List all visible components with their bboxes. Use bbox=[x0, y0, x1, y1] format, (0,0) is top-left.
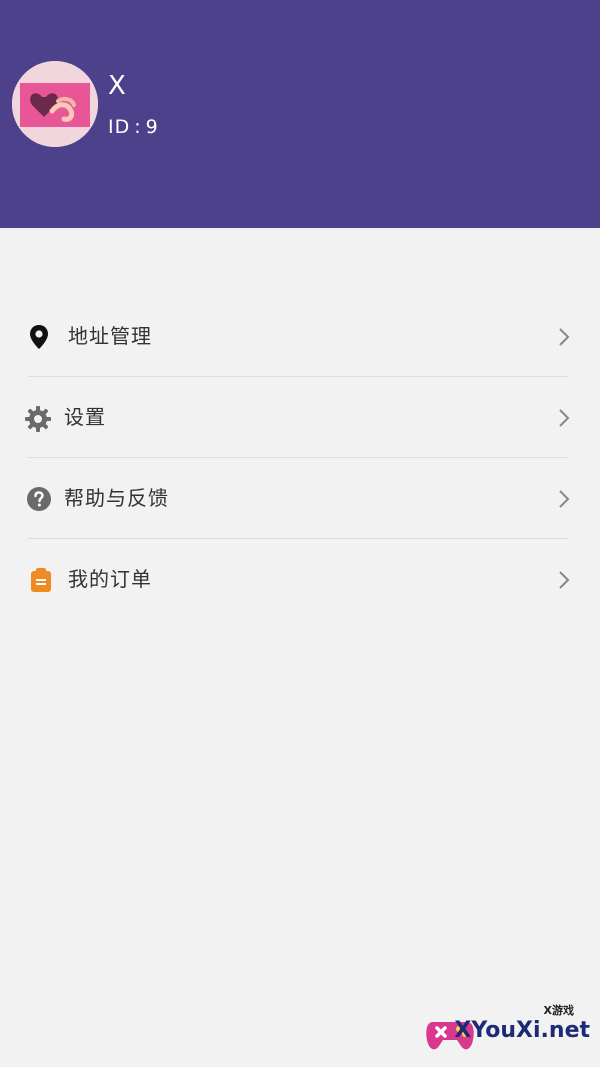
chevron-right-icon bbox=[558, 327, 570, 347]
profile-header: X ID:9 bbox=[0, 0, 600, 228]
menu-item-label: 我的订单 bbox=[68, 567, 152, 591]
menu-item-settings[interactable]: 设置 bbox=[0, 377, 600, 457]
location-pin-icon bbox=[26, 324, 52, 350]
chevron-right-icon bbox=[558, 408, 570, 428]
question-circle-icon bbox=[26, 486, 52, 512]
watermark-small-text: X游戏 bbox=[543, 1004, 574, 1017]
avatar[interactable] bbox=[12, 61, 98, 147]
menu-item-label: 地址管理 bbox=[68, 324, 152, 348]
menu-item-label: 设置 bbox=[64, 405, 106, 429]
user-id-separator: : bbox=[134, 116, 142, 138]
chevron-right-icon bbox=[558, 570, 570, 590]
watermark-text: XYouXi.net bbox=[454, 1018, 590, 1043]
user-name: X bbox=[108, 71, 126, 101]
menu-list: 地址管理 设置 帮助与反馈 我的订单 bbox=[0, 296, 600, 619]
menu-item-address[interactable]: 地址管理 bbox=[0, 296, 600, 376]
clipboard-icon bbox=[30, 567, 56, 593]
user-id-label: ID bbox=[108, 116, 131, 138]
menu-item-help-feedback[interactable]: 帮助与反馈 bbox=[0, 458, 600, 538]
gear-icon bbox=[24, 405, 51, 432]
user-id-value: 9 bbox=[145, 116, 159, 138]
menu-item-label: 帮助与反馈 bbox=[64, 486, 169, 510]
user-id: ID:9 bbox=[108, 115, 159, 139]
menu-item-my-orders[interactable]: 我的订单 bbox=[0, 539, 600, 619]
chevron-right-icon bbox=[558, 489, 570, 509]
watermark: X游戏 XYouXi.net bbox=[425, 1002, 590, 1057]
